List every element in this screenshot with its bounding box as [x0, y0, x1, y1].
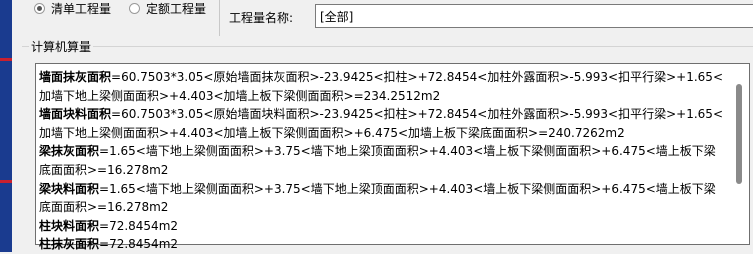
scrollbar-thumb[interactable] [736, 84, 742, 184]
calc-entry-formula: =1.65<墙下地上梁侧面面积>+3.75<墙下地上梁顶面面积>+4.403<墙… [39, 181, 716, 215]
calc-entry-key: 墙面抹灰面积 [39, 70, 112, 84]
calc-entry-key: 墙面块料面积 [39, 107, 112, 122]
radio-unselected-icon [129, 2, 140, 14]
calc-entry-formula: =72.8454m2 [99, 218, 179, 233]
calc-entry-formula: =72.8454m2 [99, 237, 179, 252]
vertical-scrollbar[interactable] [729, 64, 749, 244]
divider [219, 0, 220, 36]
radio-qingdan-label: 清单工程量 [51, 1, 112, 16]
background-drawing-strip [0, 0, 12, 252]
calc-entry: 墙面抹灰面积=60.7503*3.05<原始墙面抹灰面积>-23.9425<扣柱… [39, 68, 725, 105]
quantity-name-label: 工程量名称: [229, 11, 294, 25]
calc-entry-key: 梁块料面积 [39, 181, 100, 196]
quantity-name-combobox[interactable]: [全部] [315, 4, 753, 28]
radio-dinge[interactable]: 定额工程量 [129, 0, 206, 18]
calc-content: 墙面抹灰面积=60.7503*3.05<原始墙面抹灰面积>-23.9425<扣柱… [39, 68, 725, 254]
calc-entry: 柱块料面积=72.8454m2 [39, 217, 725, 236]
calc-entry: 柱抹灰面积=72.8454m2 [39, 235, 725, 254]
calc-entry-formula: =60.7503*3.05<原始墙面抹灰面积>-23.9425<扣柱>+72.8… [39, 70, 723, 103]
calc-entry: 梁抹灰面积=1.65<墙下地上梁侧面面积>+3.75<墙下地上梁顶面面积>+4.… [39, 142, 725, 179]
drawing-line [0, 180, 12, 183]
calc-entry-key: 柱块料面积 [39, 218, 100, 233]
radio-qingdan[interactable]: 清单工程量 [34, 0, 111, 18]
calc-entry: 墙面块料面积=60.7503*3.05<原始墙面块料面积>-23.9425<扣柱… [39, 105, 725, 142]
calc-entry-formula: =1.65<墙下地上梁侧面面积>+3.75<墙下地上梁顶面面积>+4.403<墙… [39, 144, 716, 177]
quantity-panel: 清单工程量 定额工程量 工程量名称: [全部] 计算机算量 墙面抹灰面积=60.… [12, 0, 753, 252]
group-title: 计算机算量 [29, 38, 94, 55]
radio-dinge-label: 定额工程量 [146, 1, 207, 16]
group-divider [22, 46, 753, 47]
drawing-line [0, 58, 12, 61]
radio-selected-icon [34, 2, 45, 14]
calc-result-textbox[interactable]: 墙面抹灰面积=60.7503*3.05<原始墙面抹灰面积>-23.9425<扣柱… [35, 63, 750, 251]
calc-entry-key: 梁抹灰面积 [39, 144, 100, 159]
calc-entry-key: 柱抹灰面积 [39, 237, 100, 252]
calc-entry-formula: =60.7503*3.05<原始墙面块料面积>-23.9425<扣柱>+72.8… [39, 107, 723, 140]
calc-entry: 梁块料面积=1.65<墙下地上梁侧面面积>+3.75<墙下地上梁顶面面积>+4.… [39, 180, 725, 217]
